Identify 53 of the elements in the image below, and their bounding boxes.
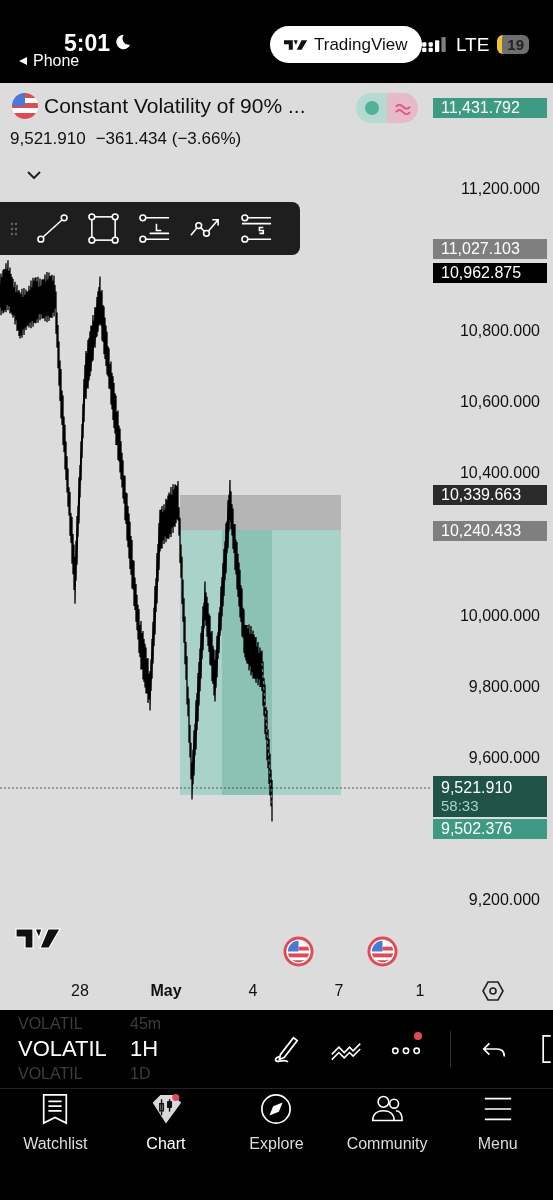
collapse-chevron-icon[interactable] xyxy=(27,171,41,179)
signal-icon xyxy=(421,37,448,52)
tab-bar-item[interactable]: Watchlist xyxy=(3,1093,108,1153)
time-axis-label: 7 xyxy=(334,982,344,1000)
price-badge-value: 10,240.433 xyxy=(441,522,523,540)
price-axis-label: 9,200.000 xyxy=(468,891,540,909)
tab-bar-item[interactable]: Chart xyxy=(113,1093,218,1153)
price-axis-label: 11,200.000 xyxy=(461,180,540,198)
moon-icon xyxy=(113,32,132,51)
time-axis-label: May xyxy=(150,982,182,1000)
network-label: LTE xyxy=(455,33,490,56)
battery-indicator: 19 xyxy=(497,35,529,54)
tab-bar-item[interactable]: Explore xyxy=(224,1093,329,1153)
bar-countdown: 58:33 xyxy=(441,797,480,814)
price-axis-label: 10,600.000 xyxy=(459,393,540,411)
price-badge-value: 11,027.103 xyxy=(441,240,521,258)
long-position-icon[interactable] xyxy=(138,212,171,245)
price-axis-label: 9,800.000 xyxy=(468,678,540,696)
tradingview-logo-icon xyxy=(15,928,61,950)
rectangle-icon[interactable] xyxy=(87,212,120,245)
time-axis-label: 28 xyxy=(71,982,89,1000)
symbol-button[interactable]: VOLATIL xyxy=(18,1036,110,1062)
event-flag-icon[interactable] xyxy=(283,936,314,967)
price-badge-value: 9,521.910 xyxy=(441,779,514,797)
compass-icon xyxy=(260,1093,293,1125)
back-arrow-icon xyxy=(18,55,28,66)
logo-icon xyxy=(284,38,308,51)
last-price: 9,521.910 xyxy=(10,129,86,149)
price-badge-value: 10,962.875 xyxy=(441,264,523,282)
price-badge-value: 11,431.792 xyxy=(441,99,521,117)
drag-handle-icon[interactable] xyxy=(10,221,18,236)
interval-button[interactable]: 1H xyxy=(130,1036,159,1062)
tab-bar-item[interactable]: Menu xyxy=(445,1093,550,1153)
price-change: −361.434 (−3.66%) xyxy=(95,129,242,149)
short-position-icon[interactable] xyxy=(240,212,273,245)
app-pill[interactable]: TradingView xyxy=(270,26,422,63)
price-axis-label: 9,600.000 xyxy=(468,749,540,767)
price-badge-value: 10,339.663 xyxy=(441,486,523,504)
symbol-title[interactable]: Constant Volatility of 90% ... xyxy=(44,94,306,118)
flag-icon xyxy=(12,93,38,119)
time-axis-label: 1 xyxy=(415,982,425,1000)
wave-icon xyxy=(393,101,412,115)
trend-line-icon[interactable] xyxy=(36,212,69,245)
price-axis-label: 10,000.000 xyxy=(459,607,540,625)
tab-bar-item[interactable]: Community xyxy=(335,1093,440,1153)
fullscreen-icon[interactable] xyxy=(539,1034,553,1064)
status-toggle[interactable] xyxy=(356,93,418,123)
price-badge-value: 9,502.376 xyxy=(441,820,514,838)
settings-icon[interactable] xyxy=(482,980,504,1002)
event-flag-icon[interactable] xyxy=(367,936,398,967)
price-axis-label: 10,400.000 xyxy=(459,464,540,482)
time-axis-label: 4 xyxy=(248,982,258,1000)
price-axis-label: 10,800.000 xyxy=(459,322,540,340)
